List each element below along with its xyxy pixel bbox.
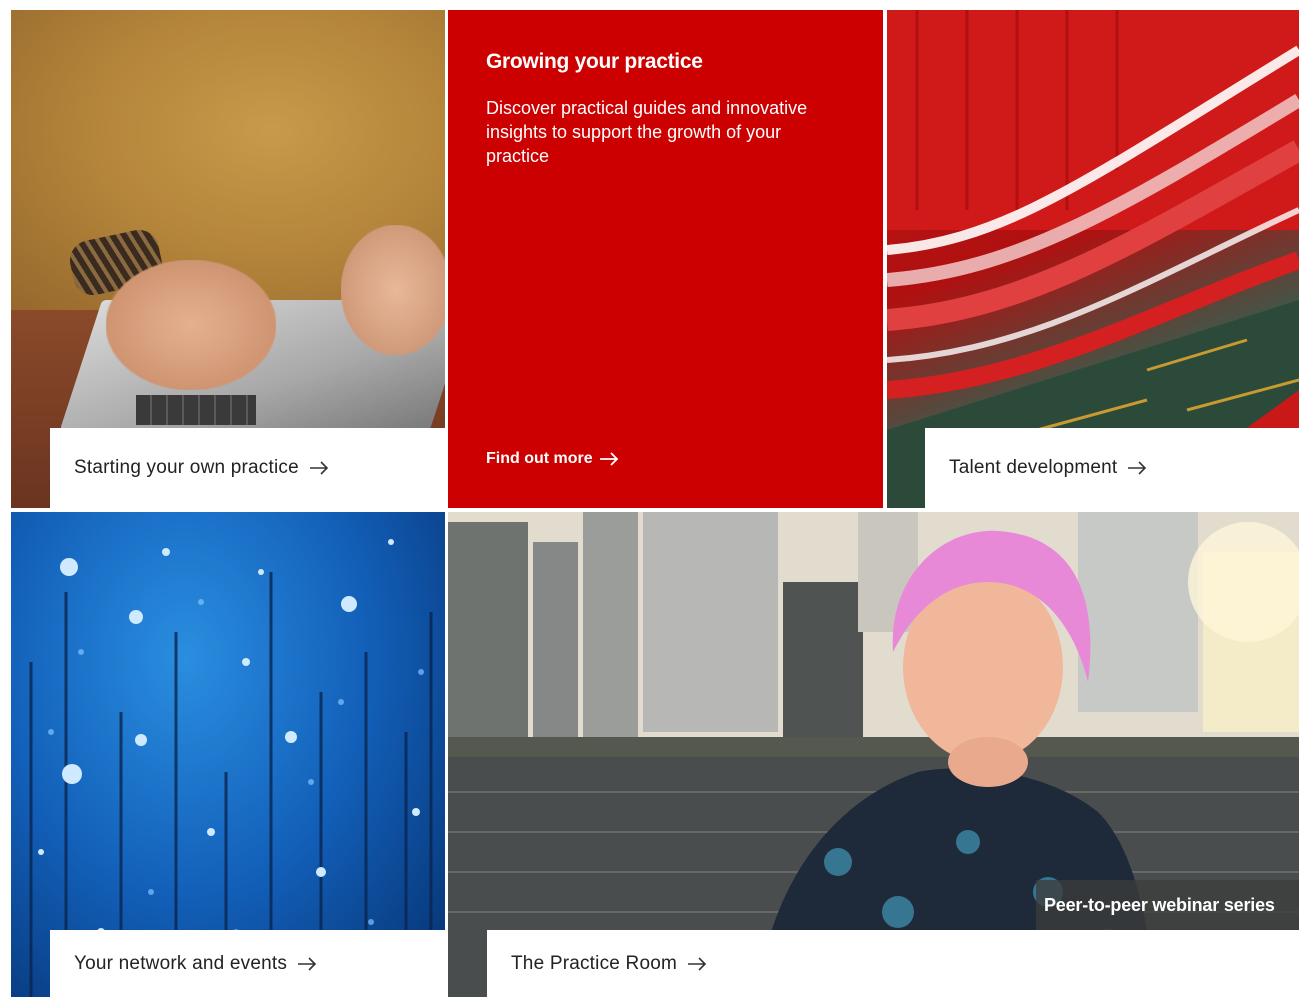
starting-practice-link[interactable]: Starting your own practice xyxy=(50,428,445,508)
arrow-right-icon xyxy=(309,461,329,475)
find-out-more-label: Find out more xyxy=(486,450,593,467)
arrow-right-icon xyxy=(298,956,317,971)
feature-title: Growing your practice xyxy=(486,50,703,73)
network-events-label: Your network and events xyxy=(74,952,288,974)
practice-room-label: The Practice Room xyxy=(511,952,678,974)
network-events-link[interactable]: Your network and events xyxy=(50,930,445,997)
tile-network-events[interactable] xyxy=(11,512,445,997)
talent-development-link[interactable]: Talent development xyxy=(925,428,1299,508)
keyboard-image xyxy=(136,395,256,425)
webinar-series-badge: Peer-to-peer webinar series xyxy=(1036,880,1299,930)
starting-practice-label: Starting your own practice xyxy=(74,457,299,478)
blue-lights-image xyxy=(29,539,433,997)
arrow-right-icon xyxy=(688,956,707,971)
practice-room-link[interactable]: The Practice Room xyxy=(487,930,1299,997)
arrow-right-icon xyxy=(1128,461,1147,475)
hand-image xyxy=(341,225,445,355)
hand-image xyxy=(106,260,276,390)
feature-description: Discover practical guides and innovative… xyxy=(486,98,808,166)
talent-development-label: Talent development xyxy=(949,457,1118,478)
feature-tile-growing-practice: Growing your practice Discover practical… xyxy=(448,10,883,508)
arrow-right-icon xyxy=(599,452,618,466)
find-out-more-link[interactable]: Find out more xyxy=(486,450,619,468)
